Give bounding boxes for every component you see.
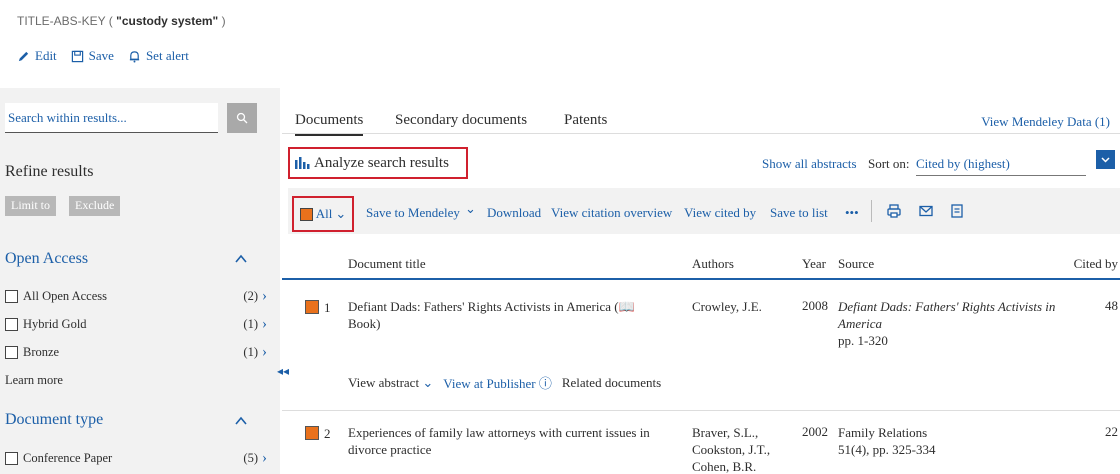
query-string: TITLE-ABS-KEY ( "custody system" ) [17,14,226,28]
set-alert-button[interactable]: Set alert [128,48,189,64]
facet-bronze[interactable]: Bronze (1) › [5,344,267,361]
checkbox[interactable] [5,318,18,331]
view-at-publisher-link[interactable]: View at Publisher ⓘ [443,373,552,392]
chevron-up-icon[interactable] [234,252,248,266]
query-header: TITLE-ABS-KEY ( "custody system" ) Edit … [0,0,1120,88]
chevron-right-icon[interactable]: › [262,288,267,305]
cited-by-count[interactable]: 22 [1105,424,1118,440]
year: 2002 [802,424,828,439]
email-icon[interactable] [918,203,934,219]
checkbox[interactable] [5,346,18,359]
learn-more-link[interactable]: Learn more [5,373,63,388]
authors-link[interactable]: Crowley, J.E. [692,298,787,315]
col-cited-by[interactable]: Cited by [1074,256,1118,272]
result-tabs: Documents Secondary documents Patents Vi… [282,88,1120,136]
facet-all-open-access[interactable]: All Open Access (2) › [5,288,267,305]
chevron-down-icon: ⌄ [335,206,347,221]
chevron-right-icon[interactable]: › [262,316,267,333]
col-document-title[interactable]: Document title [348,256,426,272]
facet-conference-paper[interactable]: Conference Paper (5) › [5,450,267,467]
tab-secondary-documents[interactable]: Secondary documents [395,112,527,129]
results-toolbar: All ⌄ Save to Mendeley ⌄ Download View c… [288,188,1120,234]
info-icon: ⓘ [538,376,552,391]
chevron-down-icon: ⌄ [422,374,434,390]
chevron-down-icon [1101,157,1110,163]
floppy-icon [71,50,83,62]
limit-to-button[interactable]: Limit to [5,196,56,216]
row-checkbox[interactable] [305,426,319,440]
document-title-link[interactable]: Defiant Dads: Fathers' Rights Activists … [348,298,668,332]
row-checkbox[interactable] [305,300,319,314]
related-documents-link[interactable]: Related documents [562,375,661,391]
select-all-checkbox[interactable]: All ⌄ [292,196,354,232]
facet-hybrid-gold[interactable]: Hybrid Gold (1) › [5,316,267,333]
search-within-button[interactable] [227,103,257,133]
download-button[interactable]: Download [487,205,541,221]
cited-by-count[interactable]: 48 [1105,298,1118,314]
source: Family Relations 51(4), pp. 325-334 [838,425,936,457]
refine-sidebar: Refine results Limit to Exclude Open Acc… [0,88,289,474]
analyze-search-results-button[interactable]: Analyze search results [288,147,468,179]
view-cited-by-button[interactable]: View cited by [684,205,756,221]
bibliography-icon[interactable] [949,203,965,219]
checkbox[interactable] [5,452,18,465]
source: Defiant Dads: Fathers' Rights Activists … [838,299,1056,348]
query-actions: Edit Save Set alert [17,48,189,64]
search-within-box [5,103,218,133]
authors-link[interactable]: Braver, S.L., Cookston, J.T., Cohen, B.R… [692,424,787,474]
more-options-icon[interactable]: ••• [845,205,859,221]
save-to-mendeley-button[interactable]: Save to Mendeley [366,205,460,221]
save-button[interactable]: Save [71,48,114,64]
sort-select[interactable]: Cited by (highest) [916,156,1086,176]
view-citation-overview-button[interactable]: View citation overview [551,205,672,221]
bell-icon [129,50,140,63]
print-icon[interactable] [886,203,902,219]
year: 2008 [802,298,828,313]
sort-label: Sort on: [868,156,910,171]
tab-patents[interactable]: Patents [564,112,607,129]
chevron-down-icon[interactable]: ⌄ [465,201,476,217]
document-type-heading[interactable]: Document type [5,411,103,429]
exclude-button[interactable]: Exclude [69,196,121,216]
edit-button[interactable]: Edit [17,48,57,64]
chevron-right-icon[interactable]: › [262,450,267,467]
book-icon: 📖 [618,299,635,314]
row-divider [282,410,1120,411]
row-actions: View abstract ⌄ View at Publisher ⓘ Rela… [348,373,661,392]
tab-documents[interactable]: Documents [295,112,364,136]
show-all-abstracts-link[interactable]: Show all abstracts [762,156,857,172]
view-abstract-link[interactable]: View abstract ⌄ [348,375,433,391]
view-mendeley-data-link[interactable]: View Mendeley Data (1) [981,114,1110,130]
results-main: Documents Secondary documents Patents Vi… [282,88,1120,474]
sort-dropdown-button[interactable] [1096,150,1115,169]
open-access-heading[interactable]: Open Access [5,250,88,268]
search-within-input[interactable] [5,109,218,126]
checkbox[interactable] [299,207,313,221]
toolbar-divider [871,200,872,222]
chevron-right-icon[interactable]: › [262,344,267,361]
bar-chart-icon [295,157,310,169]
search-icon [236,112,248,124]
results-table-header: Document title Authors Year Source Cited… [282,240,1120,280]
save-to-list-button[interactable]: Save to list [770,205,828,221]
col-authors[interactable]: Authors [692,256,734,272]
document-title-link[interactable]: Experiences of family law attorneys with… [348,424,668,458]
checkbox[interactable] [5,290,18,303]
pencil-icon [18,51,29,61]
col-year[interactable]: Year [802,256,826,272]
col-source[interactable]: Source [838,256,874,272]
chevron-up-icon[interactable] [234,414,248,428]
refine-heading: Refine results [5,163,94,180]
